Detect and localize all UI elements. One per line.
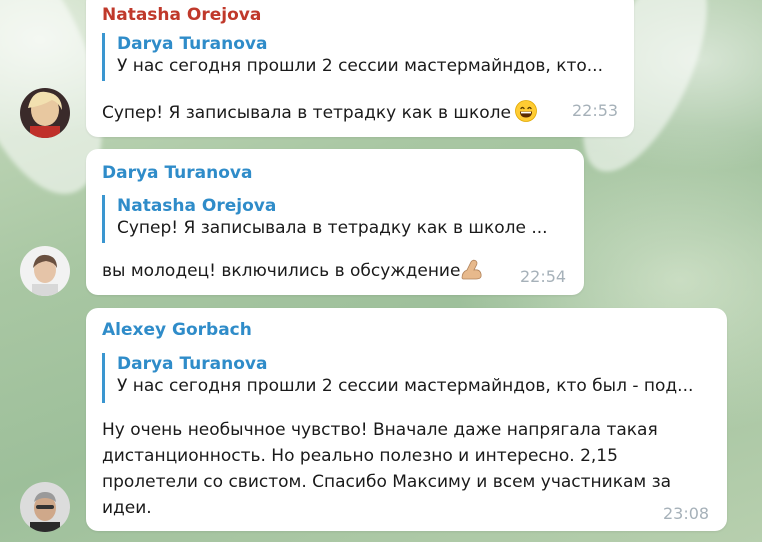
avatar[interactable] [20, 88, 70, 138]
reply-quote[interactable]: Natasha Orejova Супер! Я записывала в те… [102, 195, 548, 243]
message-bubble[interactable]: Natasha Orejova Darya Turanova У нас сег… [86, 0, 634, 137]
message-time: 23:08 [663, 504, 710, 523]
reply-author: Darya Turanova [117, 34, 268, 54]
sender-name-text: Natasha Orejova [102, 5, 262, 25]
message-text-row: Супер! Я записывала в тетрадку как в шко… [102, 100, 537, 126]
message-time: 22:53 [572, 101, 619, 120]
message-bubble[interactable]: Darya Turanova Natasha Orejova Супер! Я … [86, 149, 584, 295]
reply-quote[interactable]: Darya Turanova У нас сегодня прошли 2 се… [102, 353, 693, 403]
avatar-photo [20, 482, 70, 532]
message-sender-name[interactable]: Alexey Gorbach [102, 320, 252, 340]
avatar-photo [20, 88, 70, 138]
grinning-face-emoji-icon [515, 100, 537, 122]
message-text: Ну очень необычное чувство! Вначале даже… [102, 420, 672, 518]
sender-name-text: Alexey Gorbach [102, 320, 252, 340]
sender-name-text: Darya Turanova [102, 163, 253, 183]
message-sender-name[interactable]: Natasha Orejova [102, 5, 261, 25]
message-text-row: вы молодец! включились в обсуждение [102, 258, 484, 284]
message-time: 22:54 [520, 267, 567, 286]
reply-author: Natasha Orejova [117, 196, 277, 216]
avatar[interactable] [20, 482, 70, 532]
reply-text: У нас сегодня прошли 2 сессии мастермайн… [117, 56, 603, 76]
reply-quote[interactable]: Darya Turanova У нас сегодня прошли 2 се… [102, 33, 603, 81]
reply-text: Супер! Я записывала в тетрадку как в шко… [117, 218, 548, 238]
avatar-photo [20, 246, 70, 296]
reply-text: У нас сегодня прошли 2 сессии мастермайн… [117, 376, 694, 396]
message-text: Супер! Я записывала в тетрадку как в шко… [102, 103, 511, 123]
message-bubble[interactable]: Alexey Gorbach Darya Turanova У нас сего… [86, 308, 727, 531]
chat-message-list[interactable]: Natasha Orejova Darya Turanova У нас сег… [0, 0, 762, 542]
reply-author: Darya Turanova [117, 354, 268, 374]
avatar[interactable] [20, 246, 70, 296]
message-sender-name[interactable]: Darya Turanova [102, 163, 252, 183]
flexed-biceps-emoji-icon [462, 259, 482, 280]
message-text: вы молодец! включились в обсуждение [102, 261, 461, 281]
